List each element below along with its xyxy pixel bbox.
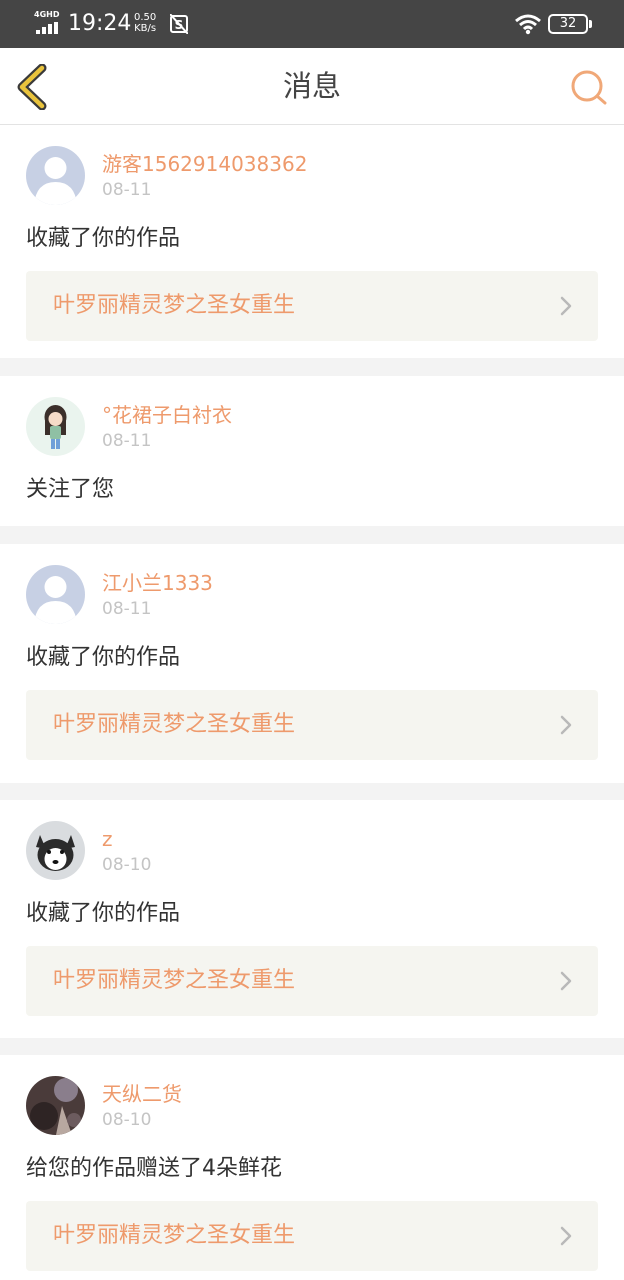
clock: 19:24 [68, 11, 132, 36]
default-avatar-icon [26, 565, 85, 624]
message-text: 收藏了你的作品 [26, 645, 181, 670]
work-link[interactable]: 叶罗丽精灵梦之圣女重生 [26, 690, 598, 760]
network-speed: 0.50 KB/s [134, 12, 156, 34]
avatar[interactable] [26, 821, 85, 880]
chevron-right-icon [560, 715, 572, 735]
message-item: z 08-10 收藏了你的作品 叶罗丽精灵梦之圣女重生 [0, 800, 624, 1038]
message-date: 08-11 [102, 431, 152, 451]
work-title: 叶罗丽精灵梦之圣女重生 [53, 968, 296, 993]
photo-avatar-icon [26, 1076, 85, 1135]
work-title: 叶罗丽精灵梦之圣女重生 [53, 293, 296, 318]
battery-level: 32 [559, 16, 577, 31]
chevron-right-icon [560, 1226, 572, 1246]
chevron-right-icon [560, 296, 572, 316]
work-link[interactable]: 叶罗丽精灵梦之圣女重生 [26, 946, 598, 1016]
message-text: 收藏了你的作品 [26, 226, 181, 251]
girl-avatar-icon [26, 397, 85, 456]
battery-tip [589, 20, 592, 28]
work-link[interactable]: 叶罗丽精灵梦之圣女重生 [26, 271, 598, 341]
message-date: 08-11 [102, 599, 152, 619]
work-title: 叶罗丽精灵梦之圣女重生 [53, 1223, 296, 1248]
page-title: 消息 [282, 69, 341, 103]
battery-icon: 32 [548, 14, 588, 34]
signal-icon [36, 22, 58, 34]
status-bar: 4GHD 19:24 0.50 KB/s S 32 [0, 0, 624, 48]
username[interactable]: 游客1562914038362 [102, 151, 307, 177]
message-item: 江小兰1333 08-11 收藏了你的作品 叶罗丽精灵梦之圣女重生 [0, 544, 624, 783]
message-text: 收藏了你的作品 [26, 901, 181, 926]
speed-value: 0.50 [134, 12, 157, 23]
chevron-left-icon [17, 63, 47, 111]
speed-unit: KB/s [134, 23, 157, 34]
chevron-right-icon [560, 971, 572, 991]
wifi-icon [515, 14, 541, 35]
message-date: 08-10 [102, 1110, 152, 1130]
screenshot-icon: S [170, 14, 188, 34]
avatar[interactable] [26, 565, 85, 624]
message-item: 天纵二货 08-10 给您的作品赠送了4朵鲜花 叶罗丽精灵梦之圣女重生 [0, 1055, 624, 1280]
search-button[interactable] [568, 68, 610, 110]
navigation-bar: 消息 [0, 48, 624, 125]
username[interactable]: °花裙子白衬衣 [102, 402, 232, 428]
avatar[interactable] [26, 1076, 85, 1135]
network-indicator: 4GHD [34, 10, 62, 34]
message-text: 给您的作品赠送了4朵鲜花 [26, 1156, 282, 1181]
message-item: °花裙子白衬衣 08-11 关注了您 [0, 376, 624, 526]
work-link[interactable]: 叶罗丽精灵梦之圣女重生 [26, 1201, 598, 1271]
husky-avatar-icon [26, 821, 85, 880]
avatar[interactable] [26, 146, 85, 205]
username[interactable]: z [102, 826, 113, 852]
work-title: 叶罗丽精灵梦之圣女重生 [53, 712, 296, 737]
username[interactable]: 江小兰1333 [102, 570, 213, 596]
back-button[interactable] [14, 63, 54, 111]
search-icon [571, 70, 607, 105]
default-avatar-icon [26, 146, 85, 205]
message-text: 关注了您 [26, 477, 115, 502]
username[interactable]: 天纵二货 [102, 1081, 182, 1107]
message-item: 游客1562914038362 08-11 收藏了你的作品 叶罗丽精灵梦之圣女重… [0, 125, 624, 358]
network-label: 4GHD [34, 10, 60, 19]
avatar[interactable] [26, 397, 85, 456]
message-date: 08-10 [102, 855, 152, 875]
message-date: 08-11 [102, 180, 152, 200]
